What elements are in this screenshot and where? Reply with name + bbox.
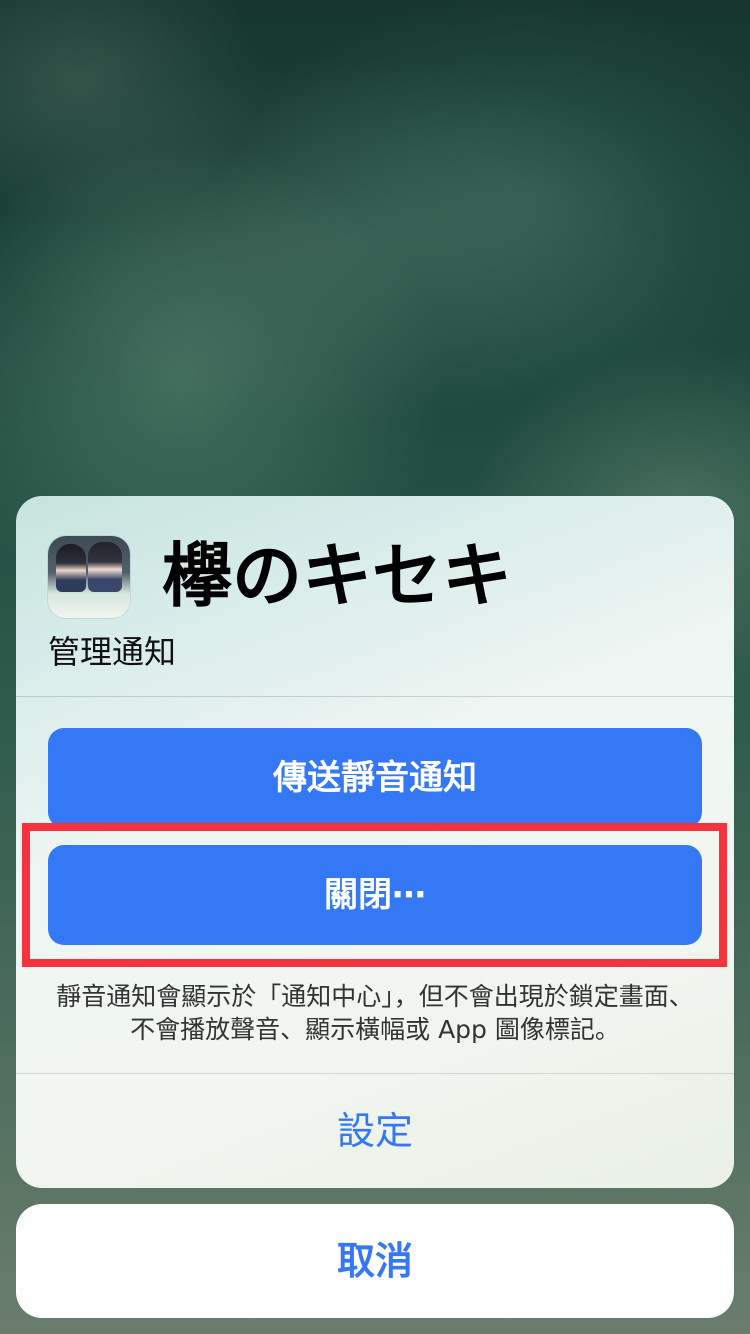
deliver-quietly-button[interactable]: 傳送靜音通知 [48,728,702,828]
cancel-button[interactable]: 取消 [16,1204,734,1318]
app-title: 欅のキセキ [162,535,512,617]
sheet-subtitle: 管理通知 [48,633,177,671]
deliver-quietly-footnote: 靜音通知會顯示於「通知中心」，但不會出現於鎖定畫面、不會播放聲音、顯示橫幅或 A… [56,982,694,1044]
app-icon-figure-right [88,542,122,592]
app-icon [48,536,130,618]
header-divider [16,696,734,697]
app-icon-logo [52,588,126,612]
sheet-header: 欅のキセキ 管理通知 [16,496,734,696]
settings-button[interactable]: 設定 [16,1074,734,1188]
notification-management-sheet: 欅のキセキ 管理通知 傳送靜音通知 關閉⋯ 靜音通知會顯示於「通知中心」，但不會… [16,496,734,1188]
app-icon-figure-left [56,544,86,592]
turn-off-button[interactable]: 關閉⋯ [48,845,702,945]
